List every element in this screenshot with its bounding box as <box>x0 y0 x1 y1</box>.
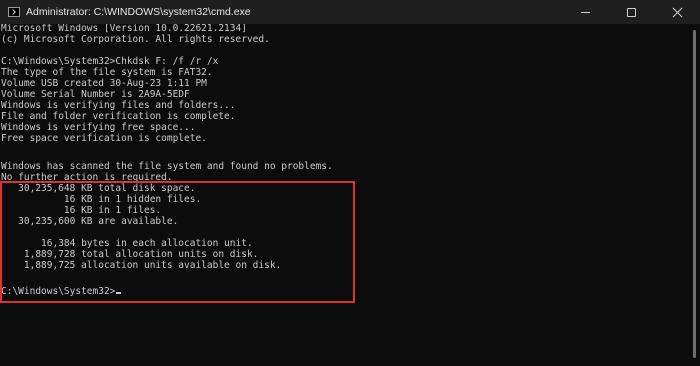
highlight-annotation <box>0 181 355 303</box>
console-line: The type of the file system is FAT32. <box>1 67 213 78</box>
console-line: (c) Microsoft Corporation. All rights re… <box>1 34 270 45</box>
minimize-button[interactable] <box>562 0 608 24</box>
console-line: Windows has scanned the file system and … <box>1 161 333 172</box>
title-bar[interactable]: Administrator: C:\WINDOWS\system32\cmd.e… <box>0 0 700 24</box>
vertical-scrollbar[interactable] <box>688 24 700 366</box>
console-line: Free space verification is complete. <box>1 133 207 144</box>
console-line: Windows is verifying free space... <box>1 122 196 133</box>
minimize-icon <box>580 11 590 13</box>
console-output[interactable]: Microsoft Windows [Version 10.0.22621.21… <box>0 24 688 366</box>
scrollbar-thumb[interactable] <box>693 30 696 358</box>
console-line: Volume USB created 30-Aug-23 1:11 PM <box>1 78 207 89</box>
close-button[interactable] <box>654 0 700 24</box>
console-line: File and folder verification is complete… <box>1 111 236 122</box>
maximize-icon <box>626 7 636 17</box>
console-line: C:\Windows\System32>Chkdsk F: /f /r /x <box>1 56 219 67</box>
console-line: Microsoft Windows [Version 10.0.22621.21… <box>1 24 247 34</box>
maximize-button[interactable] <box>608 0 654 24</box>
close-icon <box>672 7 683 18</box>
window-controls <box>562 0 700 24</box>
console-line: Windows is verifying files and folders..… <box>1 100 236 111</box>
terminal-icon <box>8 7 20 17</box>
console-line: Volume Serial Number is 2A9A-5EDF <box>1 89 190 100</box>
window-title: Administrator: C:\WINDOWS\system32\cmd.e… <box>26 6 251 18</box>
